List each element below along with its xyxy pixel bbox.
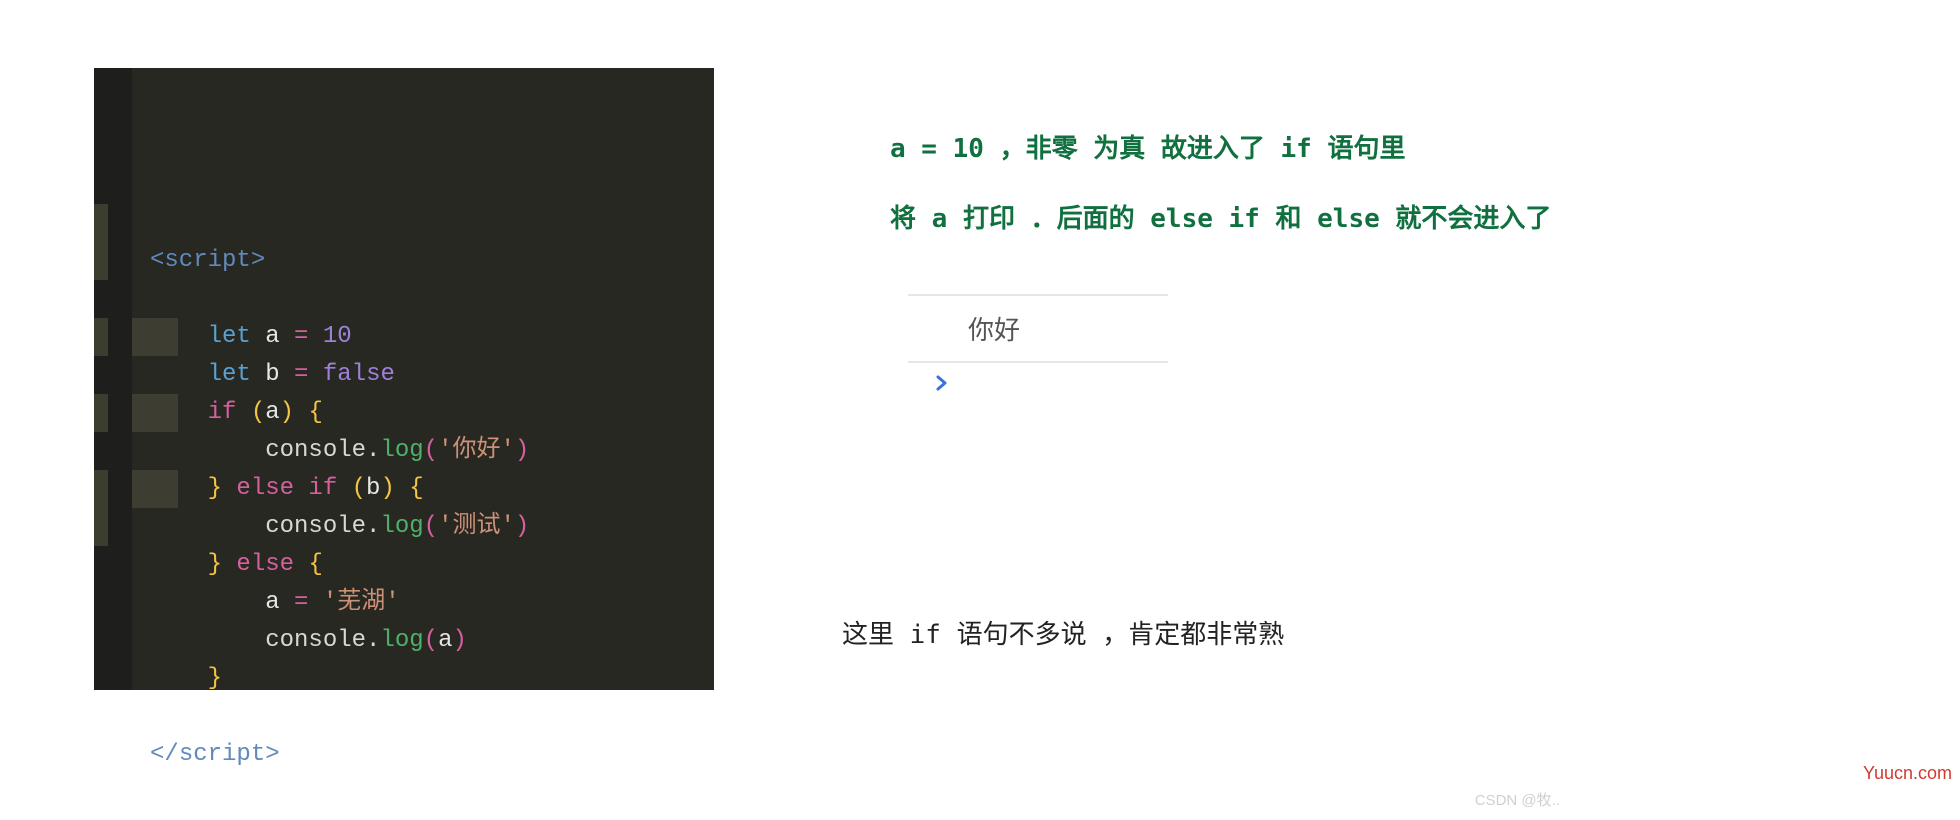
watermark-yuucn: Yuucn.com — [1863, 763, 1952, 784]
console-prompt — [908, 363, 1168, 403]
tag-open: <script> — [150, 247, 265, 274]
console-output-text: 你好 — [908, 296, 1168, 361]
bottom-summary-text: 这里 if 语句不多说 ，肯定都非常熟 — [842, 614, 1284, 651]
tag-close: </script> — [150, 741, 280, 768]
code-gutter — [94, 68, 132, 690]
annotation-line-2: 将 a 打印 ．后面的 else if 和 else 就不会进入了 — [890, 200, 1551, 239]
code-content: <script> let a = 10 let b = false if (a)… — [132, 68, 714, 690]
annotation-line-1: a = 10 ，非零 为真 故进入了 if 语句里 — [890, 130, 1406, 169]
chevron-right-icon — [934, 375, 950, 391]
watermark-csdn: CSDN @牧.. — [1475, 789, 1560, 810]
code-block: <script> let a = 10 let b = false if (a)… — [94, 68, 714, 690]
console-output-box: 你好 — [908, 294, 1168, 403]
kw-let: let — [208, 323, 251, 350]
